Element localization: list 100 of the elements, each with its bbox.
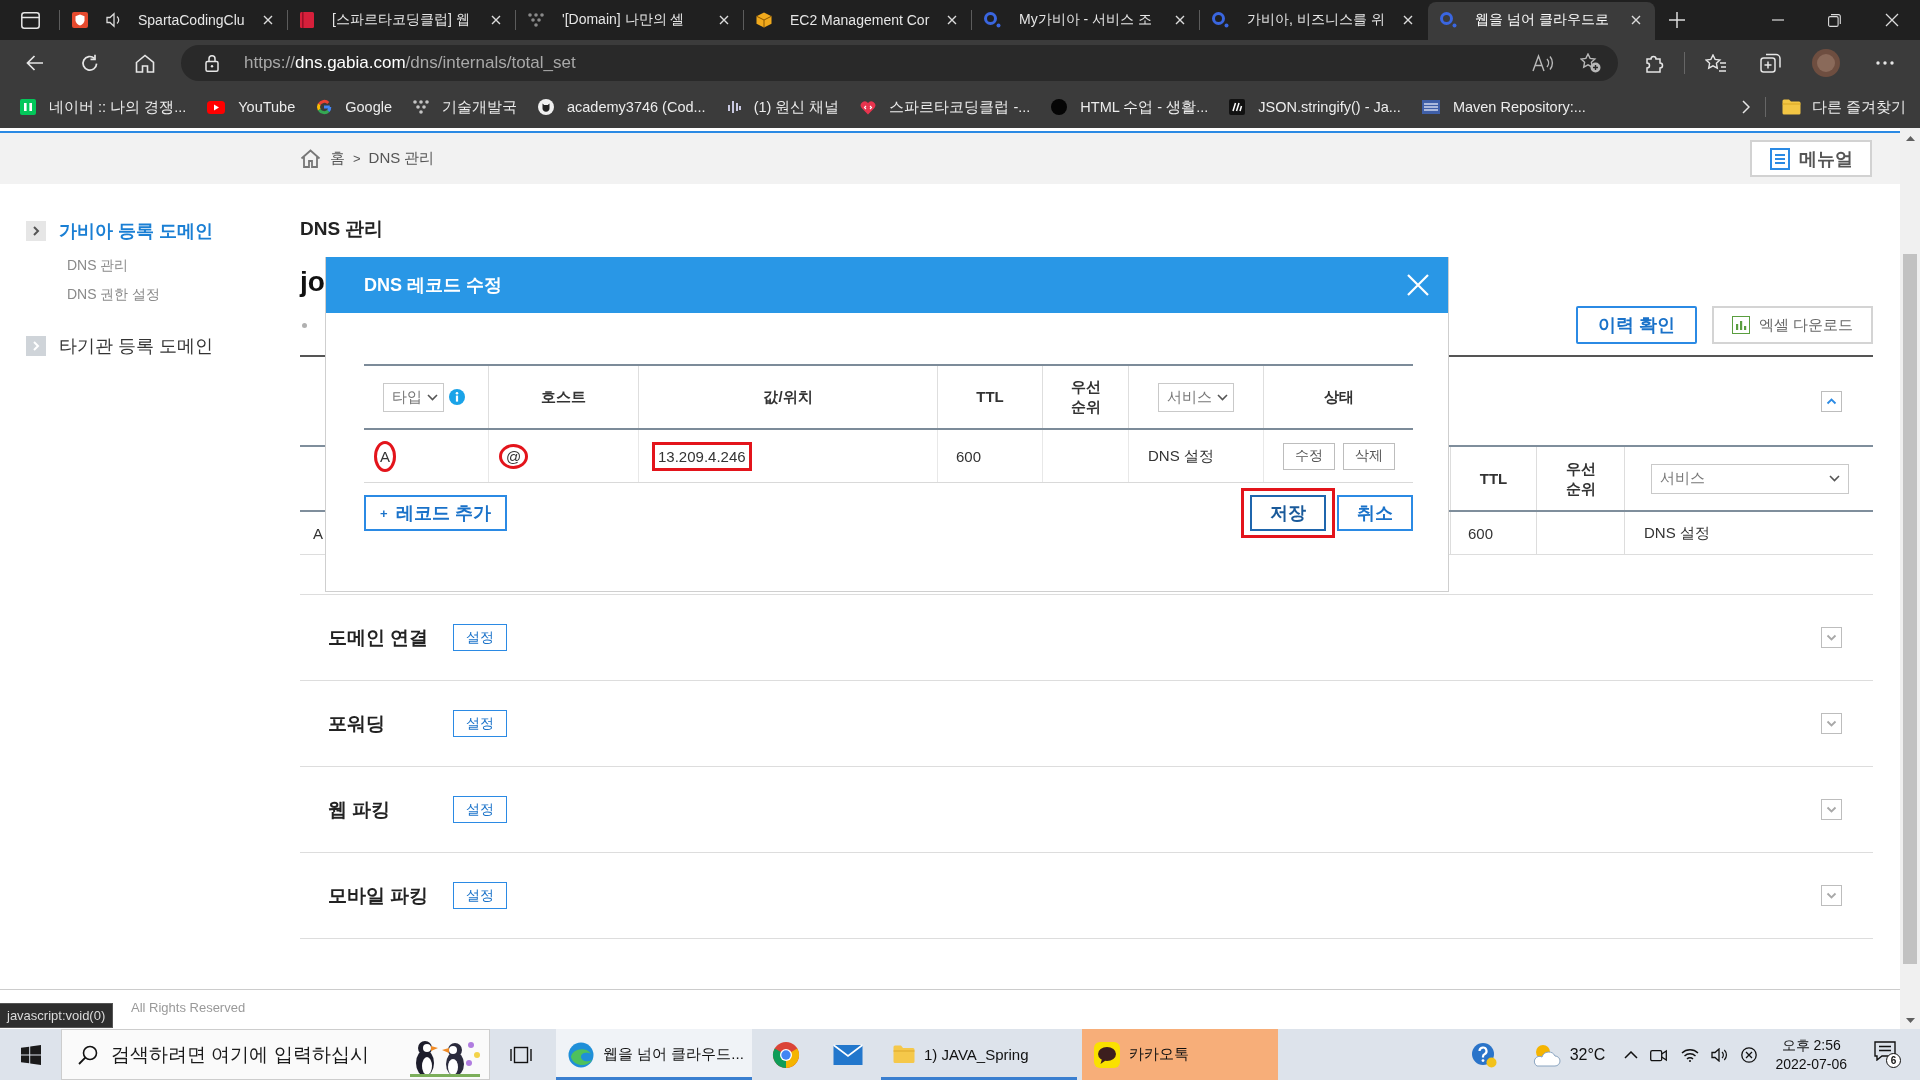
- book-icon: [300, 12, 314, 28]
- sidebar-subitem[interactable]: DNS 관리: [67, 251, 300, 280]
- close-icon[interactable]: [1884, 13, 1899, 27]
- bookmark[interactable]: academy3746 (Cod...: [538, 99, 706, 115]
- chevron-up-icon[interactable]: [1624, 1050, 1639, 1059]
- favorite-add-icon[interactable]: [1580, 53, 1601, 73]
- close-icon[interactable]: [1403, 15, 1413, 25]
- manual-button[interactable]: 메뉴얼: [1750, 140, 1872, 177]
- notification-count: 6: [1886, 1053, 1901, 1068]
- bookmark[interactable]: 기술개발국: [413, 97, 517, 117]
- close-icon[interactable]: [263, 15, 273, 25]
- add-record-button[interactable]: + 레코드 추가: [364, 495, 507, 531]
- browser-tab[interactable]: [스파르타코딩클럽] 웹: [288, 2, 515, 40]
- close-icon[interactable]: [719, 15, 729, 25]
- cancel-button[interactable]: 취소: [1337, 495, 1413, 531]
- search-input[interactable]: 검색하려면 여기에 입력하십시: [111, 1043, 381, 1066]
- plus-icon[interactable]: [1669, 12, 1685, 28]
- search-box[interactable]: 검색하려면 여기에 입력하십시: [61, 1029, 490, 1080]
- clock-time[interactable]: 오후 2:56: [1781, 1035, 1841, 1055]
- column-header: 값/위치: [763, 387, 813, 407]
- reload-icon[interactable]: [81, 54, 99, 72]
- camera-icon[interactable]: [1650, 1047, 1668, 1062]
- lock-icon[interactable]: [205, 54, 219, 72]
- speaker-icon[interactable]: [106, 12, 121, 28]
- browser-tab[interactable]: SpartaCodingClu: [60, 2, 287, 40]
- browser-tab[interactable]: My가비아 - 서비스 조: [972, 2, 1199, 40]
- ring-dot-icon: [1440, 12, 1457, 28]
- chevron-right-icon[interactable]: [26, 221, 46, 241]
- settings-button[interactable]: 설정: [453, 624, 507, 651]
- close-icon[interactable]: [491, 15, 501, 25]
- scroll-down-icon[interactable]: [1905, 1018, 1915, 1023]
- chevron-right-icon[interactable]: [1741, 100, 1750, 114]
- browser-tab[interactable]: EC2 Management Cor: [744, 2, 971, 40]
- filter-dropdown[interactable]: 타입: [383, 382, 444, 412]
- excel-download-button[interactable]: 엑셀 다운로드: [1711, 306, 1873, 344]
- edit-button[interactable]: 수정: [1282, 442, 1335, 470]
- browser-tab[interactable]: 가비아, 비즈니스를 위: [1200, 2, 1427, 40]
- taskbar-app[interactable]: 카카오톡: [1082, 1029, 1278, 1080]
- taskbar-app[interactable]: 1) JAVA_Spring: [881, 1029, 1077, 1080]
- clock-date[interactable]: 2022-07-06: [1775, 1054, 1847, 1074]
- close-icon[interactable]: [1175, 15, 1185, 25]
- history-button[interactable]: 이력 확인: [1575, 306, 1697, 344]
- bookmark-folder[interactable]: 다른 즐겨찾기: [1781, 97, 1906, 117]
- collections-icon[interactable]: [1760, 53, 1782, 73]
- start-icon[interactable]: [20, 1044, 41, 1065]
- back-icon[interactable]: [26, 55, 44, 71]
- settings-button[interactable]: 설정: [453, 710, 507, 737]
- settings-button[interactable]: 설정: [453, 882, 507, 909]
- square-logo-icon: [20, 99, 36, 115]
- home-icon[interactable]: [300, 149, 321, 168]
- task-view-icon[interactable]: [509, 1045, 532, 1064]
- bookmark[interactable]: 네이버 :: 나의 경쟁...: [20, 97, 187, 117]
- x-circle-icon[interactable]: [1741, 1046, 1758, 1063]
- sidebar-item[interactable]: 타기관 등록 도메인: [59, 334, 213, 358]
- puzzle-icon[interactable]: [1644, 53, 1664, 73]
- taskbar-app[interactable]: 웹을 넘어 클라우드...: [556, 1029, 752, 1080]
- filter-dropdown[interactable]: 서비스: [1158, 382, 1234, 412]
- bullet-icon: [302, 322, 307, 328]
- save-button[interactable]: 저장: [1250, 495, 1326, 531]
- bookmark[interactable]: JSON.stringify() - Ja...: [1229, 99, 1401, 115]
- browser-tab[interactable]: '[Domain] 나만의 셀: [516, 2, 743, 40]
- settings-button[interactable]: 설정: [453, 796, 507, 823]
- help-icon[interactable]: [1470, 1041, 1497, 1068]
- shield-icon: [72, 12, 88, 28]
- weather-widget[interactable]: 32°C: [1530, 1041, 1606, 1068]
- folder-icon[interactable]: [1781, 99, 1801, 115]
- circle-icon: [1051, 99, 1068, 115]
- notification-button[interactable]: 6: [1874, 1041, 1901, 1068]
- favorites-icon[interactable]: [1705, 54, 1727, 72]
- more-icon[interactable]: [1876, 61, 1894, 65]
- delete-button[interactable]: 삭제: [1342, 442, 1395, 470]
- caret-icon: [1217, 393, 1228, 401]
- scroll-up-icon[interactable]: [1905, 136, 1915, 141]
- section-title: 모바일 파킹: [328, 883, 430, 908]
- close-icon[interactable]: [1631, 15, 1641, 25]
- bookmark[interactable]: (1) 원신 채널: [726, 97, 840, 117]
- scrollbar-thumb[interactable]: [1903, 254, 1917, 964]
- wifi-icon[interactable]: [1681, 1047, 1700, 1062]
- address-field[interactable]: https://dns.gabia.com/dns/internals/total_set: [181, 45, 1618, 81]
- read-aloud-icon[interactable]: [1532, 54, 1554, 72]
- bookmark[interactable]: YouTube: [207, 99, 296, 115]
- record-type: A: [313, 524, 323, 542]
- breadcrumb-separator: >: [353, 151, 361, 166]
- breadcrumb-link[interactable]: 홈: [330, 149, 345, 168]
- minimize-icon[interactable]: [1771, 19, 1784, 21]
- section-title: 포워딩: [328, 711, 386, 736]
- filter-dropdown[interactable]: 서비스: [1651, 463, 1849, 494]
- bookmark[interactable]: 스파르타코딩클럽 -...: [860, 97, 1031, 117]
- scrollbar[interactable]: [1900, 128, 1920, 1029]
- sidebar-item[interactable]: 가비아 등록 도메인: [59, 219, 213, 243]
- info-icon[interactable]: [449, 389, 465, 405]
- restore-icon[interactable]: [1828, 13, 1841, 27]
- close-icon[interactable]: [947, 15, 957, 25]
- sidebar-subitem[interactable]: DNS 권한 설정: [67, 280, 300, 309]
- tab-actions-icon[interactable]: [21, 11, 40, 29]
- bookmark[interactable]: Maven Repository:...: [1421, 99, 1586, 115]
- browser-tab[interactable]: 웹을 넘어 클라우드로: [1428, 2, 1655, 40]
- speaker-icon[interactable]: [1711, 1047, 1728, 1062]
- bookmark[interactable]: Google: [316, 99, 392, 115]
- bookmark[interactable]: HTML 수업 - 생활...: [1051, 97, 1209, 117]
